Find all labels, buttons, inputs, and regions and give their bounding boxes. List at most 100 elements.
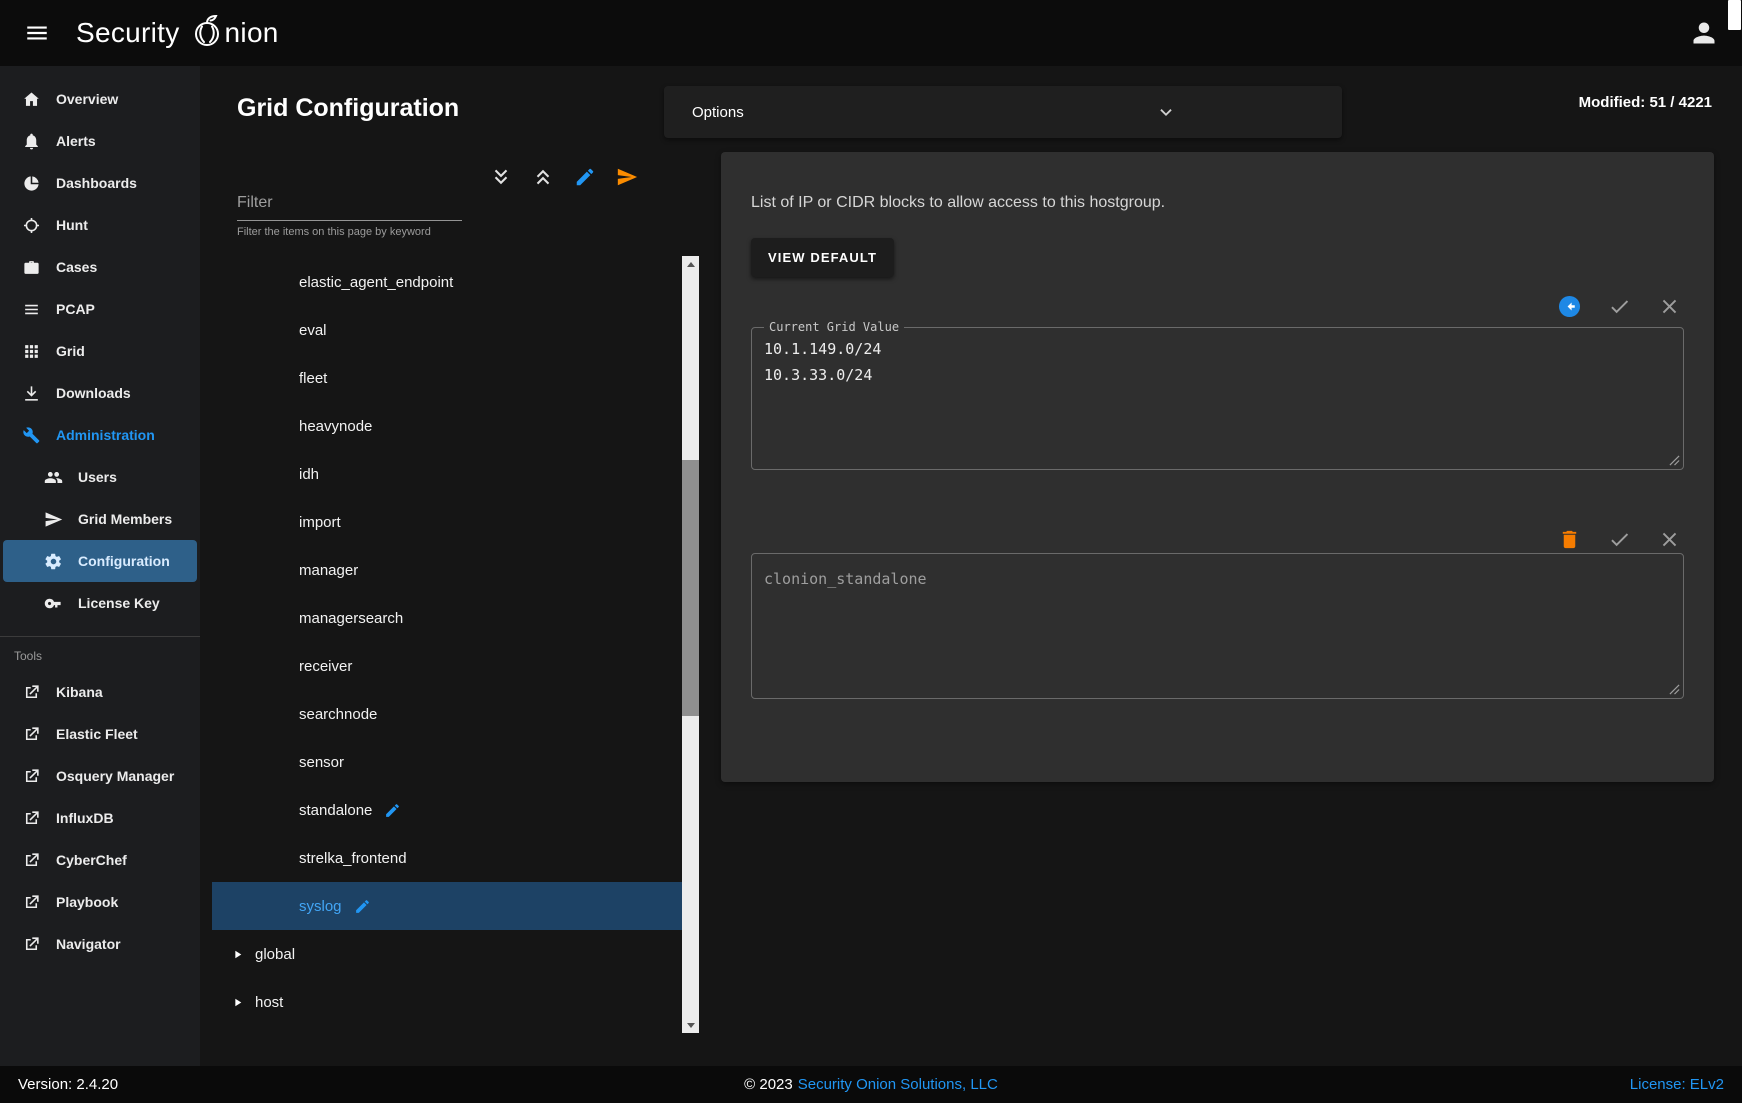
- sidebar-item-playbook[interactable]: Playbook: [0, 881, 200, 923]
- sidebar-item-label: License Key: [78, 595, 160, 611]
- tree-item[interactable]: receiver: [212, 642, 682, 690]
- grid-value-actions: [751, 295, 1684, 318]
- resize-grip-icon[interactable]: [1669, 455, 1680, 466]
- app-bar: Security nion: [0, 0, 1742, 66]
- sidebar-item-dashboards[interactable]: Dashboards: [0, 162, 200, 204]
- sidebar-item-label: Users: [78, 469, 117, 485]
- sidebar-item-cyberchef[interactable]: CyberChef: [0, 839, 200, 881]
- copyright-link[interactable]: Security Onion Solutions, LLC: [798, 1076, 998, 1093]
- sidebar-item-label: Hunt: [56, 217, 88, 233]
- page-scrollbar-thumb[interactable]: [1728, 0, 1741, 30]
- main-header: Grid Configuration Options Modified: 51 …: [200, 66, 1742, 138]
- modified-counter: Modified: 51 / 4221: [1579, 86, 1712, 111]
- sidebar-item-influxdb[interactable]: InfluxDB: [0, 797, 200, 839]
- sidebar-item-overview[interactable]: Overview: [0, 78, 200, 120]
- node-value-cancel-button[interactable]: [1658, 528, 1681, 551]
- tree-item-label: strelka_frontend: [299, 850, 407, 867]
- brand-logo[interactable]: Security nion: [76, 13, 279, 53]
- tree-item-label: import: [299, 514, 341, 531]
- tree-item[interactable]: sensor: [212, 738, 682, 786]
- scroll-up-button[interactable]: [682, 256, 699, 272]
- tree-item[interactable]: standalone: [212, 786, 682, 834]
- tree-item[interactable]: import: [212, 498, 682, 546]
- collapse-all-button[interactable]: [532, 166, 554, 188]
- node-value-confirm-button[interactable]: [1608, 528, 1631, 551]
- undo-button[interactable]: [1558, 295, 1581, 318]
- sidebar-item-label: Downloads: [56, 385, 131, 401]
- tree-group[interactable]: host: [212, 978, 682, 1026]
- sidebar-item-grid-members[interactable]: Grid Members: [0, 498, 200, 540]
- pie-chart-icon: [22, 174, 41, 193]
- key-icon: [44, 594, 63, 613]
- sidebar-item-alerts[interactable]: Alerts: [0, 120, 200, 162]
- view-default-button[interactable]: VIEW DEFAULT: [751, 238, 894, 277]
- scrollbar-thumb[interactable]: [682, 460, 699, 716]
- external-link-icon: [22, 893, 41, 912]
- expand-all-button[interactable]: [490, 166, 512, 188]
- current-grid-value-textarea[interactable]: 10.1.149.0/24 10.3.33.0/24: [764, 336, 1671, 448]
- node-value-box: clonion_standalone: [751, 553, 1684, 699]
- tree-item[interactable]: strelka_frontend: [212, 834, 682, 882]
- sidebar-item-hunt[interactable]: Hunt: [0, 204, 200, 246]
- person-icon: [1690, 19, 1718, 47]
- sidebar-item-label: Navigator: [56, 936, 121, 952]
- tree-group-label: global: [255, 946, 295, 963]
- tree-scrollbar[interactable]: [682, 256, 699, 1033]
- page-scrollbar[interactable]: [1727, 0, 1742, 1103]
- tree-item-label: idh: [299, 466, 319, 483]
- close-icon: [1658, 295, 1681, 318]
- sidebar-item-administration[interactable]: Administration: [0, 414, 200, 456]
- check-icon: [1608, 295, 1631, 318]
- apply-to-node-button[interactable]: [616, 166, 638, 188]
- footer: Version: 2.4.20 © 2023Security Onion Sol…: [0, 1066, 1742, 1103]
- pencil-icon[interactable]: [354, 898, 371, 915]
- pencil-icon[interactable]: [384, 802, 401, 819]
- scrollbar-track[interactable]: [682, 272, 699, 1017]
- tree-item[interactable]: fleet: [212, 354, 682, 402]
- tree-item[interactable]: elastic_agent_endpoint: [212, 258, 682, 306]
- scroll-down-button[interactable]: [682, 1017, 699, 1033]
- menu-button[interactable]: [24, 20, 50, 46]
- arrow-up-icon: [687, 262, 695, 267]
- sidebar-item-pcap[interactable]: PCAP: [0, 288, 200, 330]
- sidebar-item-cases[interactable]: Cases: [0, 246, 200, 288]
- people-icon: [44, 468, 63, 487]
- tree-item[interactable]: idh: [212, 450, 682, 498]
- sidebar-item-kibana[interactable]: Kibana: [0, 671, 200, 713]
- sidebar-item-label: Playbook: [56, 894, 118, 910]
- sidebar-item-osquery-manager[interactable]: Osquery Manager: [0, 755, 200, 797]
- sidebar-item-elastic-fleet[interactable]: Elastic Fleet: [0, 713, 200, 755]
- sidebar-item-navigator[interactable]: Navigator: [0, 923, 200, 965]
- edit-settings-button[interactable]: [574, 166, 596, 188]
- tree-item[interactable]: heavynode: [212, 402, 682, 450]
- sidebar-item-label: Grid Members: [78, 511, 172, 527]
- delete-button[interactable]: [1558, 528, 1581, 551]
- current-grid-value-box: Current Grid Value 10.1.149.0/24 10.3.33…: [751, 320, 1684, 470]
- tree-item[interactable]: eval: [212, 306, 682, 354]
- external-link-icon: [22, 851, 41, 870]
- tree-item[interactable]: managersearch: [212, 594, 682, 642]
- sidebar-item-downloads[interactable]: Downloads: [0, 372, 200, 414]
- external-link-icon: [22, 809, 41, 828]
- setting-detail-card: List of IP or CIDR blocks to allow acces…: [721, 152, 1714, 782]
- tree-item-label: eval: [299, 322, 327, 339]
- node-value-textarea[interactable]: clonion_standalone: [764, 566, 1671, 684]
- user-menu-button[interactable]: [1690, 19, 1718, 47]
- sidebar-item-configuration[interactable]: Configuration: [3, 540, 197, 582]
- tree-group[interactable]: global: [212, 930, 682, 978]
- sidebar-item-grid[interactable]: Grid: [0, 330, 200, 372]
- grid-value-cancel-button[interactable]: [1658, 295, 1681, 318]
- sidebar-item-users[interactable]: Users: [0, 456, 200, 498]
- options-dropdown[interactable]: Options: [664, 86, 1342, 138]
- filter-input[interactable]: [237, 188, 462, 221]
- sidebar-item-label: Cases: [56, 259, 97, 275]
- copyright: © 2023Security Onion Solutions, LLC: [0, 1076, 1742, 1093]
- sidebar-item-license-key[interactable]: License Key: [0, 582, 200, 624]
- filter-field: Filter the items on this page by keyword: [237, 188, 462, 238]
- grid-value-confirm-button[interactable]: [1608, 295, 1631, 318]
- resize-grip-icon[interactable]: [1669, 684, 1680, 695]
- tree-item[interactable]: searchnode: [212, 690, 682, 738]
- tree-item-selected[interactable]: syslog: [212, 882, 682, 930]
- undo-circle-icon: [1558, 295, 1581, 318]
- tree-item[interactable]: manager: [212, 546, 682, 594]
